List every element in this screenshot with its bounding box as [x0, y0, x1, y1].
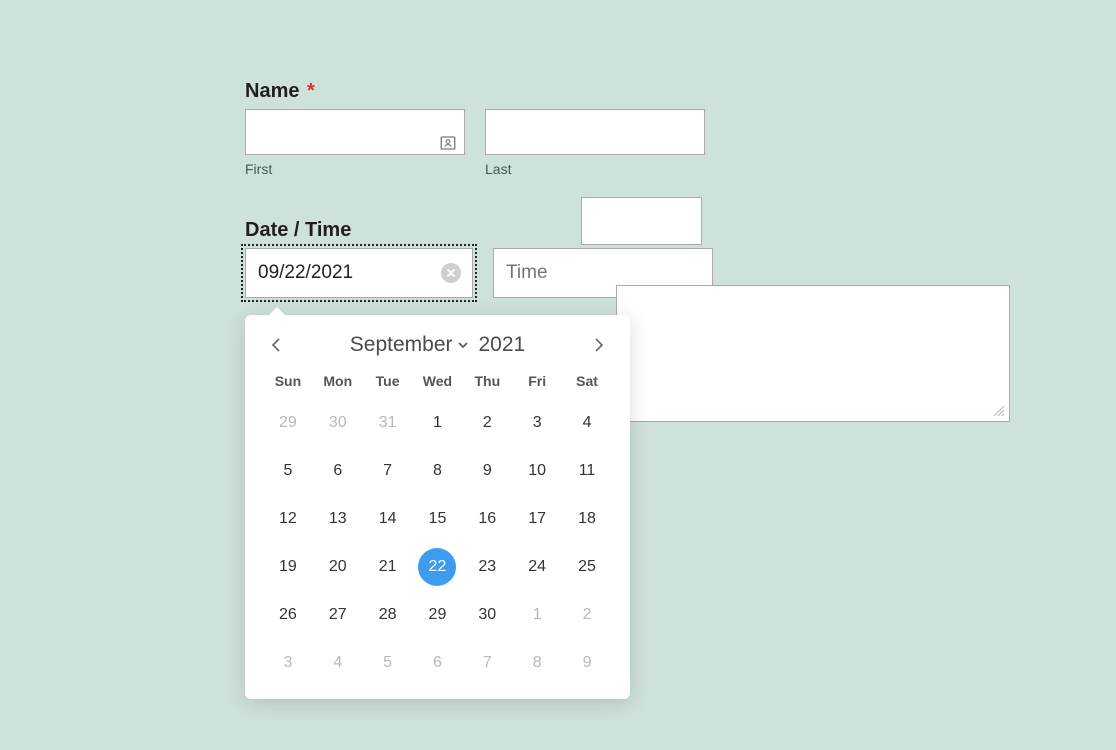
calendar-day[interactable]: 23: [462, 543, 512, 591]
weekday-header: Fri: [512, 367, 562, 399]
calendar-day[interactable]: 1: [413, 399, 463, 447]
calendar-day[interactable]: 19: [263, 543, 313, 591]
calendar-day[interactable]: 16: [462, 495, 512, 543]
name-row: First Last: [245, 109, 1015, 177]
calendar-day[interactable]: 3: [263, 639, 313, 687]
calendar-day[interactable]: 13: [313, 495, 363, 543]
calendar-day[interactable]: 25: [562, 543, 612, 591]
calendar-day[interactable]: 27: [313, 591, 363, 639]
calendar-day[interactable]: 18: [562, 495, 612, 543]
calendar-day[interactable]: 1: [512, 591, 562, 639]
calendar-day[interactable]: 26: [263, 591, 313, 639]
calendar-day[interactable]: 2: [462, 399, 512, 447]
weekday-header: Tue: [363, 367, 413, 399]
calendar-day[interactable]: 7: [363, 447, 413, 495]
month-label: September: [350, 333, 453, 357]
form-container: Name * First Last Date / Time: [245, 80, 1015, 298]
calendar-day[interactable]: 17: [512, 495, 562, 543]
date-time-section: Date / Time: [245, 219, 1015, 298]
calendar-day[interactable]: 12: [263, 495, 313, 543]
first-sublabel: First: [245, 161, 465, 177]
calendar-day[interactable]: 29: [413, 591, 463, 639]
obscured-input[interactable]: [581, 197, 702, 245]
calendar-day[interactable]: 29: [263, 399, 313, 447]
chevron-down-icon: [457, 339, 469, 351]
calendar-title: September 2021: [350, 333, 525, 357]
calendar-day[interactable]: 9: [462, 447, 512, 495]
obscured-textarea[interactable]: [616, 285, 1010, 422]
weekday-header: Thu: [462, 367, 512, 399]
last-sublabel: Last: [485, 161, 705, 177]
calendar-day[interactable]: 14: [363, 495, 413, 543]
next-month-button[interactable]: [590, 337, 606, 353]
calendar-day[interactable]: 30: [462, 591, 512, 639]
calendar-day[interactable]: 30: [313, 399, 363, 447]
weekday-header: Wed: [413, 367, 463, 399]
calendar-day[interactable]: 24: [512, 543, 562, 591]
date-input[interactable]: [245, 248, 473, 298]
calendar-day[interactable]: 7: [462, 639, 512, 687]
last-name-field: Last: [485, 109, 705, 177]
resize-handle-icon: [993, 405, 1005, 417]
required-indicator: *: [307, 80, 315, 102]
calendar-day[interactable]: 20: [313, 543, 363, 591]
year-label[interactable]: 2021: [479, 333, 526, 357]
name-label-text: Name: [245, 80, 299, 102]
calendar-day[interactable]: 28: [363, 591, 413, 639]
popup-arrow: [267, 307, 287, 317]
calendar-day[interactable]: 6: [313, 447, 363, 495]
name-label: Name *: [245, 80, 1015, 103]
calendar-day[interactable]: 10: [512, 447, 562, 495]
calendar-day[interactable]: 3: [512, 399, 562, 447]
calendar-header: September 2021: [263, 329, 612, 367]
calendar-day[interactable]: 21: [363, 543, 413, 591]
calendar-day[interactable]: 8: [512, 639, 562, 687]
clear-icon[interactable]: [441, 263, 461, 283]
calendar-grid: SunMonTueWedThuFriSat 293031123456789101…: [263, 367, 612, 687]
calendar-day[interactable]: 6: [413, 639, 463, 687]
calendar-day[interactable]: 15: [413, 495, 463, 543]
calendar-day[interactable]: 2: [562, 591, 612, 639]
first-name-input[interactable]: [245, 109, 465, 155]
weekday-header: Mon: [313, 367, 363, 399]
calendar-day[interactable]: 4: [313, 639, 363, 687]
month-selector[interactable]: September: [350, 333, 469, 357]
datepicker-popup: September 2021 SunMonTueWedThuFriSat 293…: [245, 315, 630, 699]
calendar-day[interactable]: 22: [413, 543, 463, 591]
weekday-header: Sun: [263, 367, 313, 399]
calendar-day[interactable]: 31: [363, 399, 413, 447]
calendar-day[interactable]: 4: [562, 399, 612, 447]
date-field: [245, 248, 473, 298]
first-name-field: First: [245, 109, 465, 177]
calendar-day[interactable]: 11: [562, 447, 612, 495]
calendar-day[interactable]: 5: [263, 447, 313, 495]
calendar-day[interactable]: 9: [562, 639, 612, 687]
last-name-input[interactable]: [485, 109, 705, 155]
calendar-day[interactable]: 5: [363, 639, 413, 687]
weekday-header: Sat: [562, 367, 612, 399]
calendar-day[interactable]: 8: [413, 447, 463, 495]
prev-month-button[interactable]: [269, 337, 285, 353]
